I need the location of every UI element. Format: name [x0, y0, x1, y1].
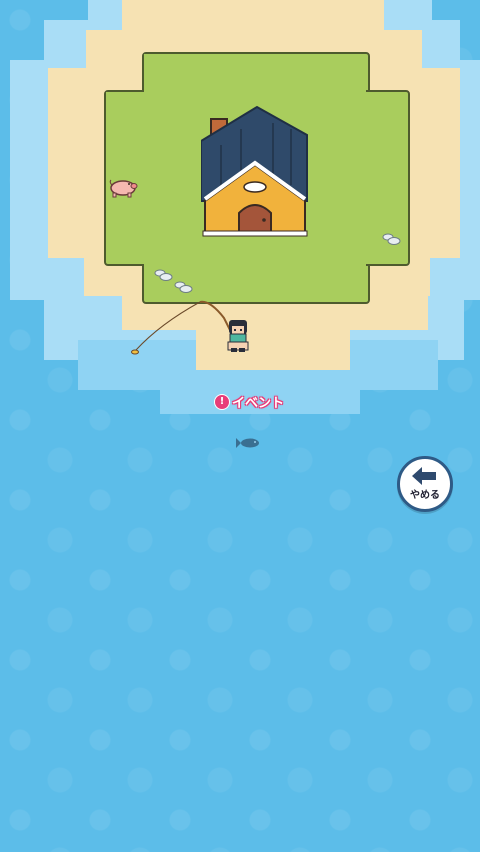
alert-icon: ! [214, 393, 230, 410]
sand [196, 328, 350, 370]
house[interactable] [201, 105, 309, 237]
quit-label: やめる [410, 490, 440, 501]
event-label: イベント [232, 396, 285, 411]
pig[interactable] [108, 178, 140, 198]
game-scene: ! イベント やめる [0, 0, 480, 852]
sand [122, 0, 384, 34]
event-badge[interactable]: ! イベント [214, 392, 284, 411]
pebble-decoration [174, 281, 193, 293]
pebble-decoration [154, 269, 173, 281]
back-arrow-icon [412, 467, 436, 485]
fish-shadow[interactable] [236, 436, 262, 450]
pebble-decoration [382, 233, 401, 245]
quit-button[interactable]: やめる [397, 456, 453, 512]
player-character[interactable] [224, 318, 252, 354]
